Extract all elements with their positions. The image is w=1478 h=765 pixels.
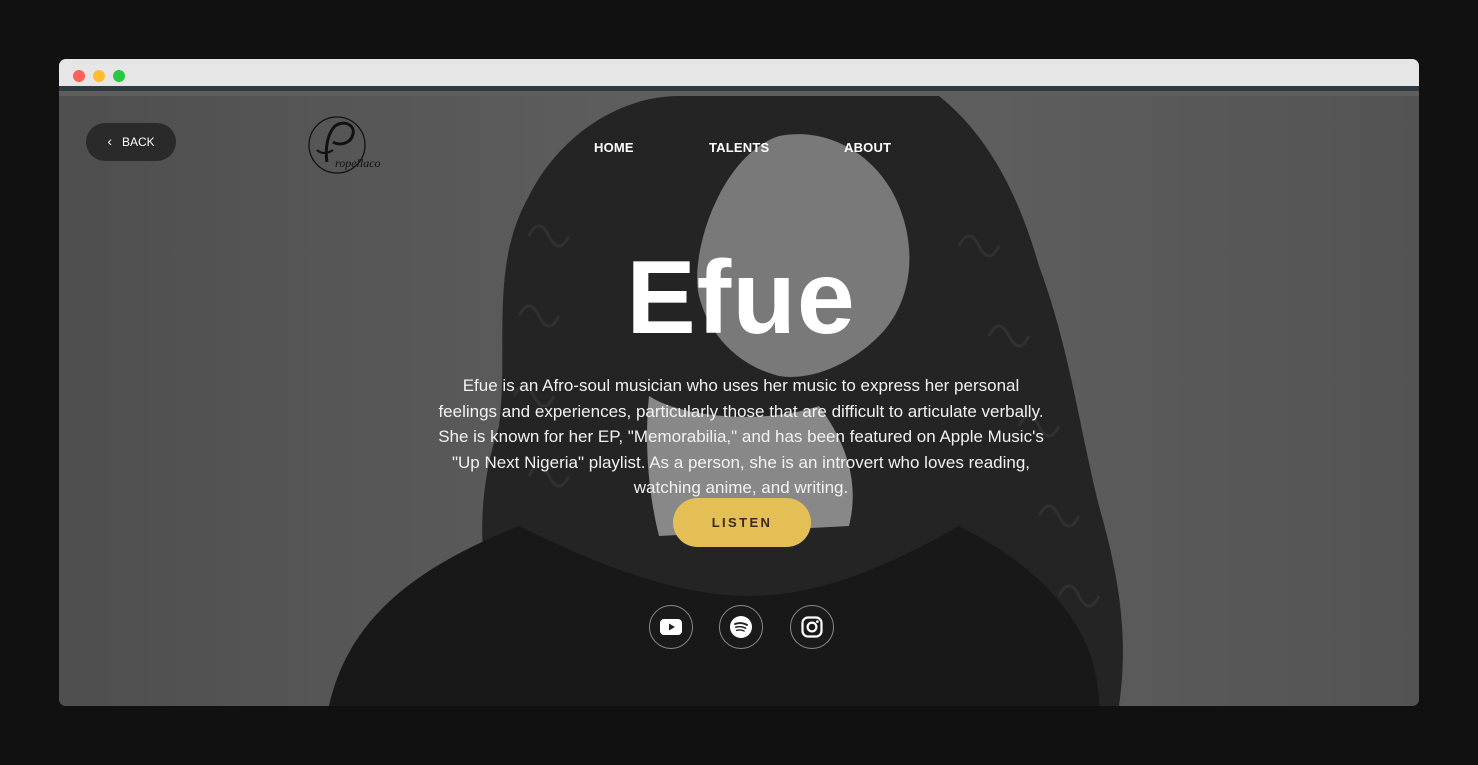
listen-button[interactable]: LISTEN — [673, 498, 811, 547]
instagram-icon — [801, 616, 823, 638]
spotify-link[interactable] — [719, 605, 763, 649]
window-title-bar — [59, 59, 1419, 91]
nav-about[interactable]: ABOUT — [844, 140, 891, 155]
browser-window: ‹ BACK ropellaco HOME TALENTS ABOUT Efue… — [59, 59, 1419, 706]
spotify-icon — [730, 616, 752, 638]
nav-home[interactable]: HOME — [594, 140, 634, 155]
main-nav: HOME TALENTS ABOUT — [59, 140, 1419, 160]
close-window-button[interactable] — [73, 70, 85, 82]
maximize-window-button[interactable] — [113, 70, 125, 82]
youtube-link[interactable] — [649, 605, 693, 649]
minimize-window-button[interactable] — [93, 70, 105, 82]
youtube-icon — [660, 619, 682, 635]
artist-name: Efue — [626, 240, 856, 356]
instagram-link[interactable] — [790, 605, 834, 649]
nav-talents[interactable]: TALENTS — [709, 140, 769, 155]
artist-bio: Efue is an Afro-soul musician who uses h… — [438, 376, 1044, 498]
hero-section: ‹ BACK ropellaco HOME TALENTS ABOUT Efue… — [59, 96, 1419, 706]
